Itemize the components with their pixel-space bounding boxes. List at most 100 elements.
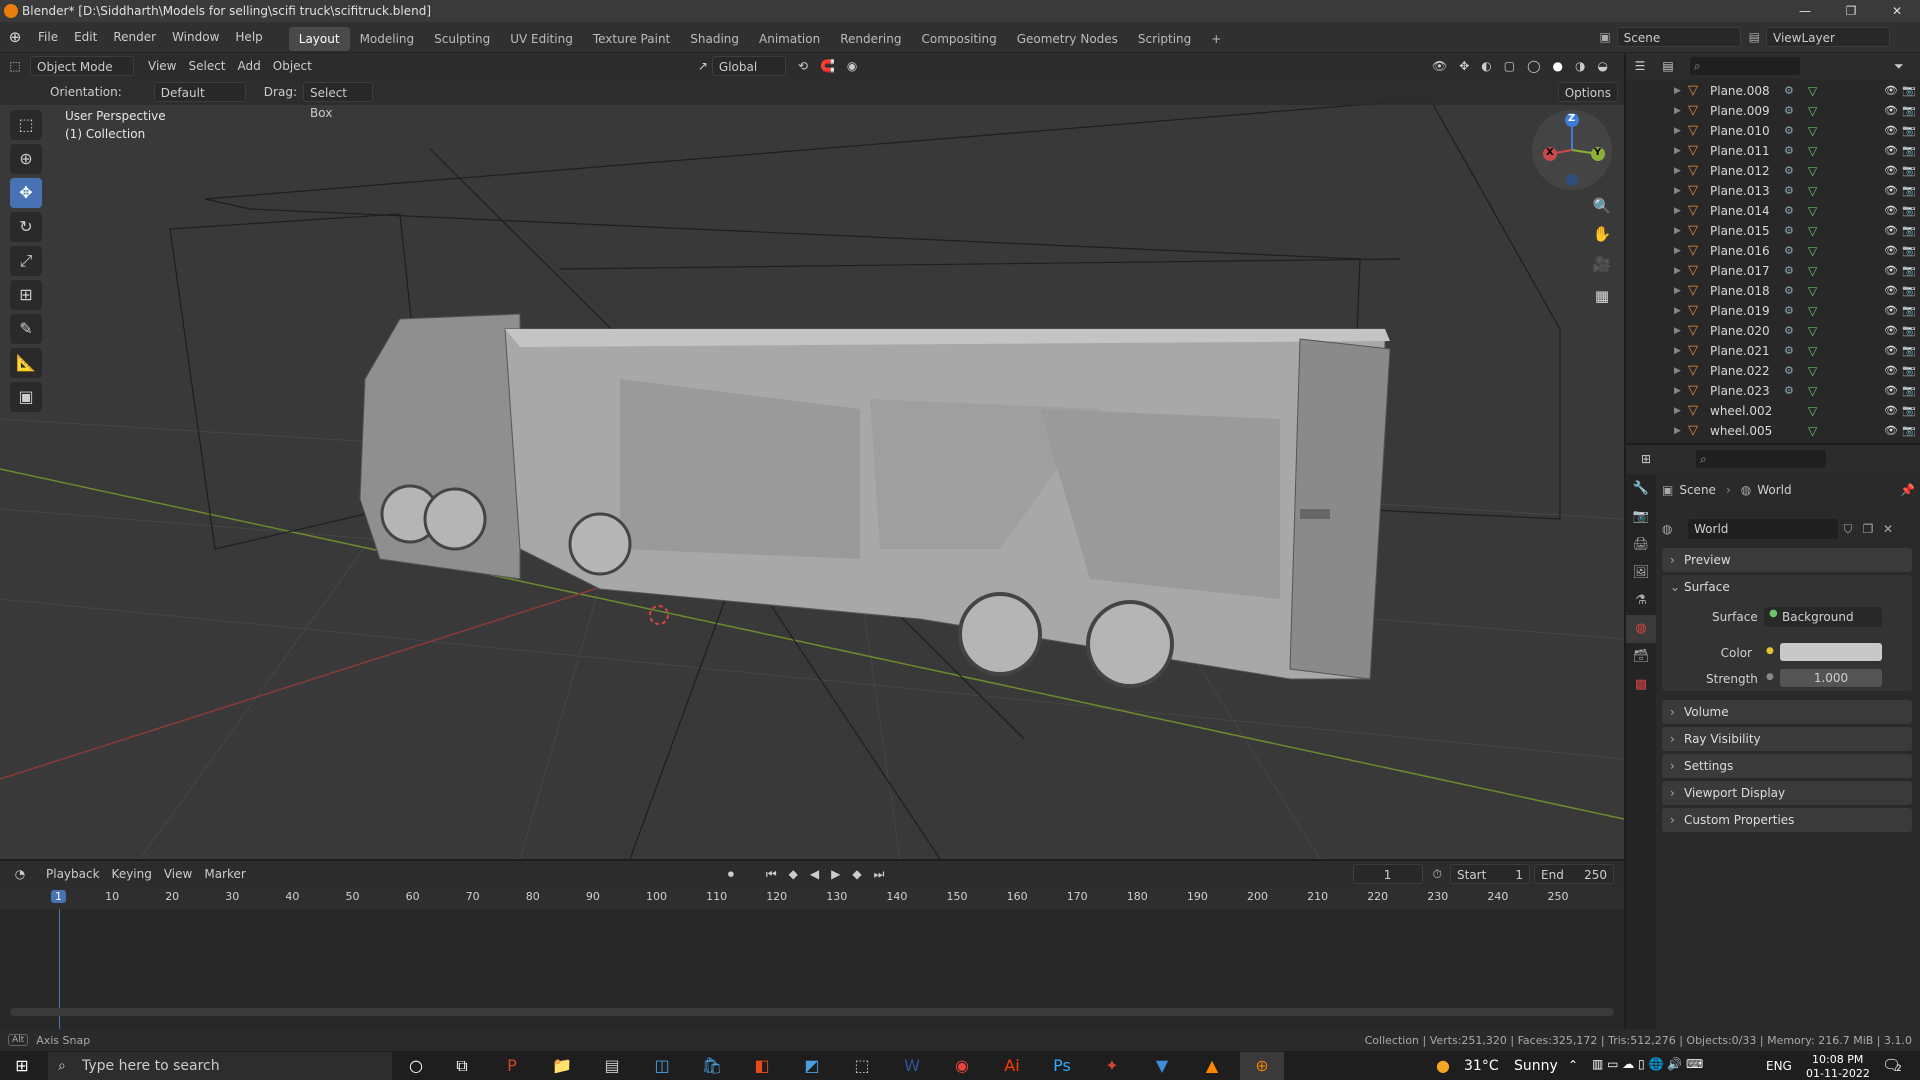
visibility-eye-icon[interactable]: 👁 [1884,261,1898,281]
modifier-icon[interactable]: ⚙ [1784,81,1794,101]
modifier-icon[interactable]: ⚙ [1784,281,1794,301]
timeline-ruler[interactable]: 1 10 20 30 40 50 60 70 80 90 100 110 120 130 140 150 160… [0,887,1624,909]
outliner-item[interactable]: ▶ ▽ Plane.013 ⚙ ▽ 👁 📷 [1626,181,1920,201]
jump-end-icon[interactable]: ⏭ [868,864,891,884]
expand-arrow-icon[interactable]: ▶ [1674,381,1681,401]
outliner-item[interactable]: ▶ ▽ Plane.016 ⚙ ▽ 👁 📷 [1626,241,1920,261]
navigation-gizmo[interactable]: Z Y X [1532,110,1612,190]
modifier-icon[interactable]: ⚙ [1784,341,1794,361]
viewport-menu-add[interactable]: Add [232,56,267,76]
settings-panel[interactable]: › Settings [1662,754,1912,778]
render-camera-icon[interactable]: 📷 [1902,381,1916,401]
mesh-data-icon[interactable]: ▽ [1808,101,1817,121]
duplicate-world-icon[interactable]: ❐ [1858,522,1878,536]
mesh-data-icon[interactable]: ▽ [1808,141,1817,161]
visibility-eye-icon[interactable]: 👁 [1884,141,1898,161]
camera-view-icon[interactable]: 🎥 [1590,252,1614,276]
zoom-icon[interactable]: 🔍 [1590,194,1614,218]
outliner-search-input[interactable]: ⌕ [1690,57,1800,75]
outliner-item[interactable]: ▶ ▽ Plane.008 ⚙ ▽ 👁 📷 [1626,81,1920,101]
orientation-dropdown[interactable]: Default [153,82,246,102]
visibility-eye-icon[interactable]: 👁 [1884,281,1898,301]
outliner-item[interactable]: ▶ ▽ Plane.015 ⚙ ▽ 👁 📷 [1626,221,1920,241]
tool-properties-tab-icon[interactable]: 🔧 [1626,475,1656,503]
current-frame-field[interactable]: 1 [1352,864,1423,884]
gizmo-toggle-icon[interactable]: ✥ [1453,56,1475,76]
mesh-data-icon[interactable]: ▽ [1808,161,1817,181]
autokey-record-icon[interactable]: ⏺ [722,864,740,884]
modifier-icon[interactable]: ⚙ [1784,261,1794,281]
weather-temp[interactable]: 31°C [1464,1058,1499,1074]
outliner-item[interactable]: ▶ ▽ Plane.017 ⚙ ▽ 👁 📷 [1626,261,1920,281]
visibility-eye-icon[interactable]: 👁 [1884,121,1898,141]
tray-overflow-icon[interactable]: ⌃ [1568,1058,1578,1072]
menu-help[interactable]: Help [227,22,270,53]
pan-hand-icon[interactable]: ✋ [1590,222,1614,246]
visibility-eye-icon[interactable]: 👁 [1884,301,1898,321]
mesh-data-icon[interactable]: ▽ [1808,361,1817,381]
mesh-data-icon[interactable]: ▽ [1808,81,1817,101]
outliner-item[interactable]: ▶ ▽ Plane.010 ⚙ ▽ 👁 📷 [1626,121,1920,141]
xray-toggle-icon[interactable]: ▢ [1498,56,1521,76]
outliner-item[interactable]: ▶ ▽ Plane.009 ⚙ ▽ 👁 📷 [1626,101,1920,121]
outliner-item[interactable]: ▶ ▽ Plane.018 ⚙ ▽ 👁 📷 [1626,281,1920,301]
outliner-item-name[interactable]: Plane.020 [1710,321,1770,341]
taskbar-search-box[interactable]: ⌕ Type here to search [48,1052,392,1080]
visibility-eye-icon[interactable]: 👁 [1884,201,1898,221]
mesh-data-icon[interactable]: ▽ [1808,321,1817,341]
workspace-tab-rendering[interactable]: Rendering [830,27,911,51]
outliner-item[interactable]: ▶ ▽ Plane.019 ⚙ ▽ 👁 📷 [1626,301,1920,321]
rendered-shading-icon[interactable]: ◒ [1592,56,1614,76]
mesh-data-icon[interactable]: ▽ [1808,341,1817,361]
expand-arrow-icon[interactable]: ▶ [1674,261,1681,281]
modifier-icon[interactable]: ⚙ [1784,361,1794,381]
expand-arrow-icon[interactable]: ▶ [1674,81,1681,101]
render-camera-icon[interactable]: 📷 [1902,201,1916,221]
preview-panel[interactable]: › Preview [1662,548,1912,572]
play-icon[interactable]: ▶ [825,864,846,884]
workspace-tab-layout[interactable]: Layout [288,27,350,51]
frame-start-field[interactable]: Start 1 [1450,864,1530,884]
visibility-icon[interactable]: 👁 [1426,56,1453,76]
clock-date[interactable]: 01-11-2022 [1806,1067,1870,1080]
viewport-display-panel[interactable]: › Viewport Display [1662,781,1912,805]
modifier-icon[interactable]: ⚙ [1784,201,1794,221]
visibility-eye-icon[interactable]: 👁 [1884,221,1898,241]
outliner-item[interactable]: ▶ ▽ Plane.023 ⚙ ▽ 👁 📷 [1626,381,1920,401]
visibility-eye-icon[interactable]: 👁 [1884,161,1898,181]
render-camera-icon[interactable]: 📷 [1902,181,1916,201]
modifier-icon[interactable]: ⚙ [1784,221,1794,241]
collection-properties-tab-icon[interactable]: 🗃 [1626,643,1656,671]
rotate-tool-icon[interactable]: ↻ [10,212,42,242]
modifier-icon[interactable]: ⚙ [1784,381,1794,401]
workspace-tab-sculpting[interactable]: Sculpting [424,27,500,51]
timeline-editor-icon[interactable]: ◔ [0,867,40,881]
modifier-icon[interactable]: ⚙ [1784,141,1794,161]
mesh-data-icon[interactable]: ▽ [1808,301,1817,321]
outliner-item-name[interactable]: Plane.021 [1710,341,1770,361]
transform-tool-icon[interactable]: ⊞ [10,280,42,310]
expand-arrow-icon[interactable]: ▶ [1674,401,1681,421]
overlay-toggle-icon[interactable]: ◐ [1475,56,1497,76]
render-camera-icon[interactable]: 📷 [1902,161,1916,181]
mesh-data-icon[interactable]: ▽ [1808,181,1817,201]
outliner-item[interactable]: ▶ ▽ wheel.002 ▽ 👁 📷 [1626,401,1920,421]
outliner-item-name[interactable]: Plane.015 [1710,221,1770,241]
measure-tool-icon[interactable]: 📐 [10,348,42,378]
blender-menu-icon[interactable]: ⊕ [0,28,30,46]
render-camera-icon[interactable]: 📷 [1902,221,1916,241]
outliner-item[interactable]: ▶ ▽ wheel.005 ▽ 👁 📷 [1626,421,1920,441]
texture-properties-tab-icon[interactable]: ▩ [1626,671,1656,699]
file-explorer-icon[interactable]: 📁 [540,1052,584,1080]
frame-end-field[interactable]: End 250 [1534,864,1614,884]
vlc-icon[interactable]: ▲ [1190,1052,1234,1080]
workspace-tab-geometry-nodes[interactable]: Geometry Nodes [1007,27,1128,51]
weather-desc[interactable]: Sunny [1514,1058,1558,1074]
app-icon-3[interactable]: ◩ [790,1052,834,1080]
jump-keyframe-back-icon[interactable]: ◆ [783,864,804,884]
color-swatch[interactable] [1780,643,1882,661]
mesh-data-icon[interactable]: ▽ [1808,121,1817,141]
outliner-item-name[interactable]: Plane.014 [1710,201,1770,221]
render-camera-icon[interactable]: 📷 [1902,81,1916,101]
world-browse-icon[interactable]: ◍ [1662,522,1688,536]
